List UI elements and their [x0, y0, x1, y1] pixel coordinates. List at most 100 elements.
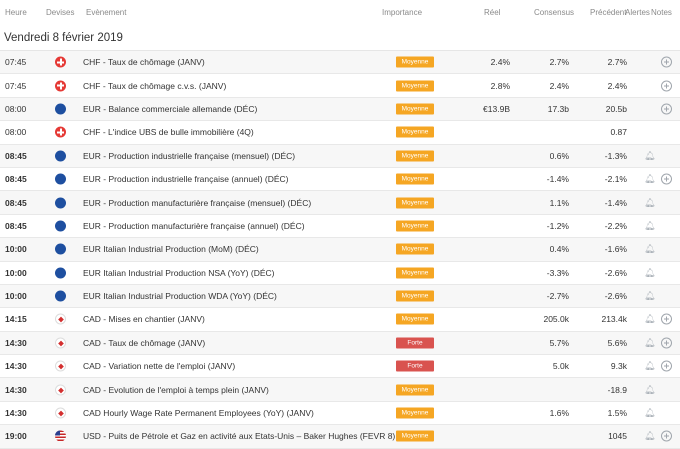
event-title[interactable]: EUR - Balance commerciale allemande (DÉC… [83, 104, 257, 114]
event-title[interactable]: CAD - Taux de chômage (JANV) [83, 338, 205, 348]
alert-bell-icon[interactable]: 🔔︎ [644, 314, 655, 325]
header-actual[interactable]: Réel [484, 8, 500, 17]
currency-flag-icon [55, 150, 66, 162]
header-previous[interactable]: Précédent [590, 8, 626, 17]
table-row[interactable]: 08:45 EUR - Production industrielle fran… [0, 168, 680, 192]
importance-badge: Moyenne [396, 384, 434, 396]
importance-badge: Moyenne [396, 197, 434, 209]
event-title[interactable]: CAD - Mises en chantier (JANV) [83, 314, 205, 324]
add-note-icon[interactable] [661, 103, 672, 115]
event-time: 14:30 [5, 337, 27, 348]
previous-value: -1.4% [604, 197, 627, 208]
add-note-icon[interactable] [661, 173, 672, 185]
event-title[interactable]: CHF - Taux de chômage (JANV) [83, 57, 205, 67]
add-note-icon[interactable] [661, 337, 672, 349]
currency-flag-icon [55, 407, 66, 419]
table-row[interactable]: 10:00 EUR Italian Industrial Production … [0, 284, 680, 309]
table-row[interactable]: 10:00 EUR Italian Industrial Production … [0, 238, 680, 262]
add-note-icon[interactable] [661, 360, 672, 372]
table-row[interactable]: 14:30 CAD Hourly Wage Rate Permanent Emp… [0, 402, 680, 426]
event-time: 14:30 [5, 408, 27, 419]
alert-bell-icon[interactable]: 🔔︎ [644, 220, 655, 231]
table-row[interactable]: 08:00 CHF - L'indice UBS de bulle immobi… [0, 121, 680, 145]
event-title[interactable]: EUR Italian Industrial Production WDA (Y… [83, 291, 277, 301]
event-time: 14:15 [5, 314, 27, 325]
alert-bell-icon[interactable]: 🔔︎ [644, 244, 655, 255]
event-time: 10:00 [5, 244, 27, 255]
currency-flag-icon [55, 80, 66, 92]
importance-badge: Forte [396, 360, 434, 372]
alert-bell-icon[interactable]: 🔔︎ [644, 174, 655, 185]
event-time: 14:30 [5, 361, 27, 372]
event-title[interactable]: CHF - Taux de chômage c.v.s. (JANV) [83, 81, 226, 91]
actual-value: €13.9B [483, 103, 510, 114]
previous-value: 5.6% [607, 337, 627, 348]
consensus-value: 0.4% [549, 244, 569, 255]
add-note-icon[interactable] [661, 56, 672, 68]
consensus-value: -2.7% [546, 291, 569, 302]
date-heading: Vendredi 8 février 2019 [0, 26, 680, 51]
alert-bell-icon[interactable]: 🔔︎ [644, 337, 655, 348]
currency-flag-icon [55, 313, 66, 325]
event-time: 08:00 [5, 127, 27, 138]
header-importance[interactable]: Importance [382, 8, 422, 17]
header-consensus[interactable]: Consensus [534, 8, 574, 17]
event-title[interactable]: EUR - Production industrielle française … [83, 151, 295, 161]
header-alerts[interactable]: Alertes [625, 8, 650, 17]
alert-bell-icon[interactable]: 🔔︎ [644, 408, 655, 419]
consensus-value: -1.2% [546, 220, 569, 231]
consensus-value: 5.0k [552, 361, 569, 372]
currency-flag-icon [55, 56, 66, 68]
alert-bell-icon[interactable]: 🔔︎ [644, 361, 655, 372]
previous-value: -2.6% [604, 291, 627, 302]
event-title[interactable]: EUR - Production industrielle française … [83, 174, 289, 184]
previous-value: -2.6% [604, 267, 627, 278]
table-row[interactable]: 14:30 CAD - Taux de chômage (JANV) Forte… [0, 331, 680, 356]
header-notes[interactable]: Notes [651, 8, 672, 17]
header-time[interactable]: Heure [5, 8, 27, 17]
table-row[interactable]: 07:45 CHF - Taux de chômage c.v.s. (JANV… [0, 74, 680, 98]
add-note-icon[interactable] [661, 430, 672, 442]
table-row[interactable]: 08:45 EUR - Production manufacturière fr… [0, 191, 680, 215]
currency-flag-icon [55, 430, 66, 442]
alert-bell-icon[interactable]: 🔔︎ [644, 384, 655, 395]
alert-bell-icon[interactable]: 🔔︎ [644, 431, 655, 442]
previous-value: 9.3k [610, 361, 627, 372]
consensus-value: -1.4% [546, 174, 569, 185]
table-row[interactable]: 07:45 CHF - Taux de chômage (JANV) Moyen… [0, 51, 680, 75]
header-currency[interactable]: Devises [46, 8, 74, 17]
event-title[interactable]: EUR Italian Industrial Production NSA (Y… [83, 268, 275, 278]
table-row[interactable]: 08:45 EUR - Production manufacturière fr… [0, 215, 680, 239]
consensus-value: 2.7% [549, 57, 569, 68]
table-row[interactable]: 19:00 USD - Puits de Pétrole et Gaz en a… [0, 425, 680, 449]
event-title[interactable]: EUR Italian Industrial Production (MoM) … [83, 244, 259, 254]
table-row[interactable]: 10:00 EUR Italian Industrial Production … [0, 262, 680, 285]
alert-bell-icon[interactable]: 🔔︎ [644, 197, 655, 208]
table-row[interactable]: 14:30 CAD - Variation nette de l'emploi … [0, 355, 680, 379]
table-row[interactable]: 14:30 CAD - Evolution de l'emploi à temp… [0, 378, 680, 402]
event-title[interactable]: EUR - Production manufacturière français… [83, 221, 305, 231]
alert-bell-icon[interactable]: 🔔︎ [644, 150, 655, 161]
header-event[interactable]: Evènement [86, 8, 126, 17]
table-row[interactable]: 14:15 CAD - Mises en chantier (JANV) Moy… [0, 308, 680, 332]
event-title[interactable]: CAD - Evolution de l'emploi à temps plei… [83, 385, 269, 395]
importance-badge: Moyenne [396, 267, 434, 279]
importance-badge: Moyenne [396, 56, 434, 68]
importance-badge: Moyenne [396, 407, 434, 419]
add-note-icon[interactable] [661, 80, 672, 92]
table-row[interactable]: 08:00 EUR - Balance commerciale allemand… [0, 97, 680, 122]
importance-badge: Moyenne [396, 173, 434, 185]
previous-value: 1045 [608, 431, 627, 442]
add-note-icon[interactable] [661, 313, 672, 325]
alert-bell-icon[interactable]: 🔔︎ [644, 267, 655, 278]
previous-value: -18.9 [607, 384, 627, 395]
table-row[interactable]: 08:45 EUR - Production industrielle fran… [0, 144, 680, 168]
event-title[interactable]: USD - Puits de Pétrole et Gaz en activit… [83, 431, 395, 441]
event-title[interactable]: CHF - L'indice UBS de bulle immobilière … [83, 127, 254, 137]
event-title[interactable]: EUR - Production manufacturière français… [83, 198, 311, 208]
event-title[interactable]: CAD - Variation nette de l'emploi (JANV) [83, 361, 235, 371]
alert-bell-icon[interactable]: 🔔︎ [644, 291, 655, 302]
currency-flag-icon [55, 220, 66, 232]
event-title[interactable]: CAD Hourly Wage Rate Permanent Employees… [83, 408, 314, 418]
currency-flag-icon [55, 197, 66, 209]
